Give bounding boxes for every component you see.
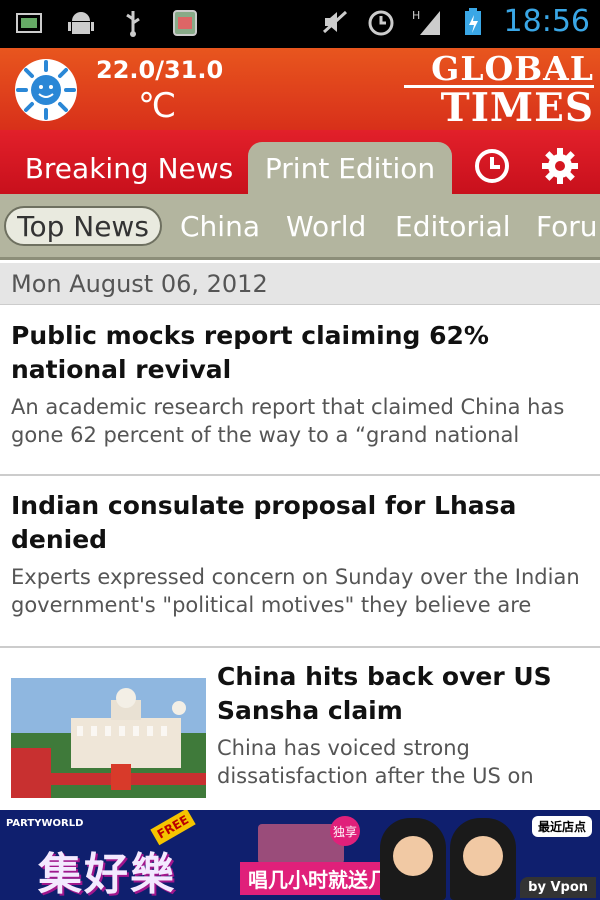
ad-title: 集好樂 [38,849,176,900]
category-china[interactable]: China [180,206,260,246]
status-bar: H 18:56 [0,0,600,48]
svg-text:H: H [412,9,420,22]
task-icon [170,8,200,38]
gear-icon[interactable] [540,146,580,186]
logo-line-1: GLOBAL [431,49,594,88]
alarm-icon [366,7,396,37]
article-summary: An academic research report that claimed… [11,395,565,447]
usb-icon [118,8,148,38]
ad-person-image [380,818,446,900]
mute-icon [320,7,350,37]
article-title: Indian consulate proposal for Lhasa deni… [11,491,517,554]
tab-print-edition[interactable]: Print Edition [248,142,452,194]
category-world[interactable]: World [286,206,366,246]
ad-nearest-store-button[interactable]: 最近店点 [531,816,592,837]
category-top-news[interactable]: Top News [4,206,162,246]
ad-person-image [450,818,516,900]
temperature-range: 22.0/31.0 [96,56,224,84]
ad-brand: PARTYWORLD [6,818,84,829]
ad-banner[interactable]: PARTYWORLD FREE 集好樂 独享 唱几小时就送几小时 最近店点 by… [0,810,600,900]
article-item[interactable]: China hits back over US Sansha claim Chi… [0,648,600,810]
category-strip: Top News China World Editorial Foru [0,194,600,260]
global-times-logo: GLOBAL TIMES [404,49,594,128]
battery-icon [458,7,488,37]
article-thumbnail [11,678,206,798]
logo-line-2: TIMES [404,85,594,128]
category-editorial[interactable]: Editorial [395,206,511,246]
article-title: China hits back over US Sansha claim [217,662,552,725]
weather-sun-icon[interactable] [12,56,80,124]
status-clock: 18:56 [503,4,590,39]
category-forum[interactable]: Foru [536,206,598,246]
clock-icon[interactable] [472,146,512,186]
temperature-unit: ℃ [138,86,177,126]
article-item[interactable]: Indian consulate proposal for Lhasa deni… [0,476,600,648]
article-title: Public mocks report claiming 62% nationa… [11,321,489,384]
edition-date: Mon August 06, 2012 [0,263,600,305]
android-icon [66,8,96,38]
article-item[interactable]: Public mocks report claiming 62% nationa… [0,306,600,476]
app-header: 22.0/31.0 ℃ GLOBAL TIMES [0,48,600,130]
signal-icon: H [412,7,442,37]
sd-card-icon [14,8,44,38]
ad-exclusive-tag: 独享 [330,816,360,846]
article-summary: China has voiced strong dissatisfaction … [217,736,534,788]
article-summary: Experts expressed concern on Sunday over… [11,565,580,617]
section-tab-bar: Breaking News Print Edition [0,130,600,194]
tab-breaking-news[interactable]: Breaking News [18,142,240,194]
ad-network-label: by Vpon [520,877,596,898]
